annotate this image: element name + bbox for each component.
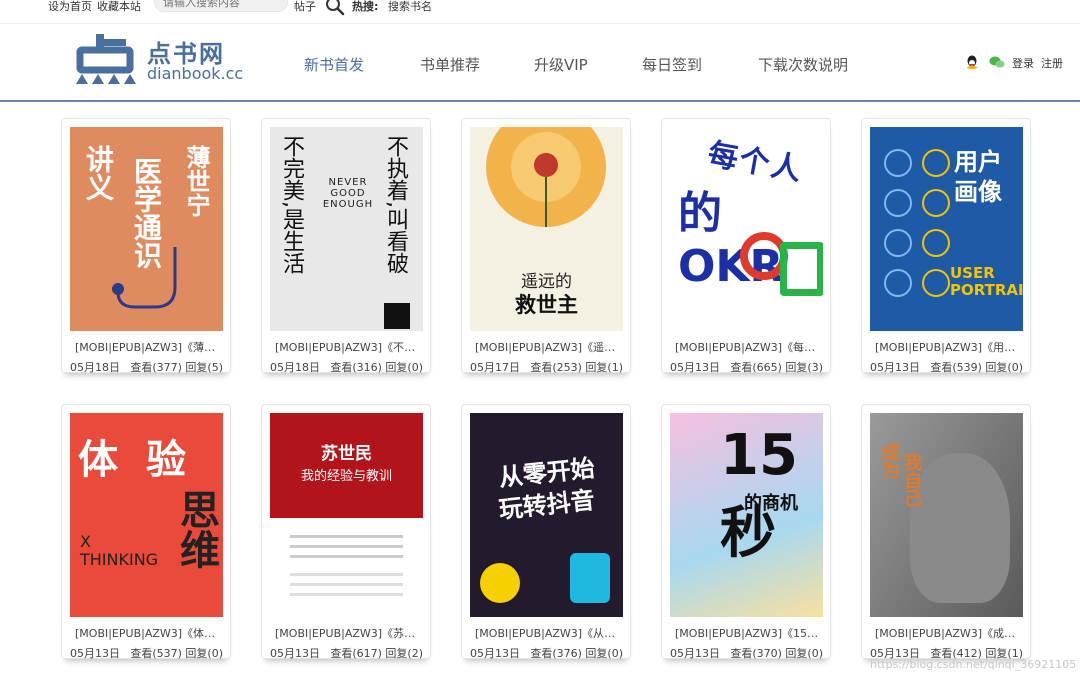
logo-mark-icon bbox=[76, 34, 136, 84]
nav-new-books[interactable]: 新书首发 bbox=[304, 54, 364, 75]
book-title[interactable]: [MOBI|EPUB|AZW3]《从零开... bbox=[475, 625, 623, 641]
book-date: 05月13日 bbox=[70, 647, 120, 660]
book-title[interactable]: [MOBI|EPUB|AZW3]《遥远的... bbox=[475, 339, 623, 355]
book-date: 05月13日 bbox=[670, 361, 720, 374]
book-cover[interactable]: 体验 思维 X THINKING bbox=[70, 413, 223, 617]
book-stats: 查看(539) 回复(0) bbox=[930, 361, 1023, 374]
book-cover[interactable]: 每个人 的OKR bbox=[670, 127, 823, 331]
book-card[interactable]: 苏世民 我的经验与教训 [MOBI|EPUB|AZW3]《苏世民... 05月1… bbox=[261, 404, 431, 660]
watermark: https://blog.csdn.net/qinqi_36921105 bbox=[870, 658, 1077, 671]
book-cover[interactable]: 从零开始 玩转抖音 bbox=[470, 413, 623, 617]
book-title[interactable]: [MOBI|EPUB|AZW3]《薄世宁... bbox=[75, 339, 223, 355]
hot-search-term[interactable]: 搜索书名 bbox=[388, 0, 432, 13]
book-cover[interactable]: 成为 我自己 bbox=[870, 413, 1023, 617]
search-scope-select[interactable]: 帖子 bbox=[294, 0, 316, 13]
book-date: 05月13日 bbox=[670, 647, 720, 660]
book-title[interactable]: [MOBI|EPUB|AZW3]《用户画... bbox=[875, 339, 1023, 355]
book-title[interactable]: [MOBI|EPUB|AZW3]《15秒的... bbox=[675, 625, 823, 641]
book-stats: 查看(370) 回复(0) bbox=[730, 647, 823, 660]
book-stats: 查看(617) 回复(2) bbox=[330, 647, 423, 660]
book-card[interactable]: 薄世宁 医学通识 讲义 [MOBI|EPUB|AZW3]《薄世宁... 05月1… bbox=[61, 118, 231, 374]
set-home-link[interactable]: 设为首页 bbox=[48, 0, 92, 13]
book-card[interactable]: 用户画像 USER PORTRAIT [MOBI|EPUB|AZW3]《用户画.… bbox=[861, 118, 1031, 374]
book-title[interactable]: [MOBI|EPUB|AZW3]《每个人... bbox=[675, 339, 823, 355]
nav-download-info[interactable]: 下载次数说明 bbox=[758, 54, 848, 75]
book-title[interactable]: [MOBI|EPUB|AZW3]《苏世民... bbox=[275, 625, 423, 641]
book-cover[interactable]: 15秒 的商机 bbox=[670, 413, 823, 617]
bookmark-link[interactable]: 收藏本站 bbox=[97, 0, 141, 13]
book-card[interactable]: 成为 我自己 [MOBI|EPUB|AZW3]《成为我... 05月13日 查看… bbox=[861, 404, 1031, 660]
book-date: 05月13日 bbox=[470, 647, 520, 660]
logo-text-en: dianbook.cc bbox=[147, 64, 244, 83]
book-date: 05月18日 bbox=[270, 361, 320, 374]
book-title[interactable]: [MOBI|EPUB|AZW3]《体验思... bbox=[75, 625, 223, 641]
book-date: 05月13日 bbox=[270, 647, 320, 660]
top-bar: 设为首页 收藏本站 帖子 热搜: 搜索书名 bbox=[0, 0, 1080, 20]
book-stats: 查看(253) 回复(1) bbox=[530, 361, 623, 374]
site-logo[interactable]: 点书网 dianbook.cc bbox=[72, 32, 244, 88]
hot-search-label: 热搜: bbox=[352, 0, 379, 13]
qr-code-icon bbox=[384, 303, 410, 329]
book-date: 05月18日 bbox=[70, 361, 120, 374]
qq-icon[interactable] bbox=[965, 55, 979, 69]
search-input[interactable] bbox=[154, 0, 288, 12]
book-cover[interactable]: 不执着,叫看破 不完美,是生活 NEVER GOOD ENOUGH bbox=[270, 127, 423, 331]
book-cover[interactable]: 薄世宁 医学通识 讲义 bbox=[70, 127, 223, 331]
search-icon[interactable] bbox=[325, 0, 345, 16]
book-card[interactable]: 从零开始 玩转抖音 [MOBI|EPUB|AZW3]《从零开... 05月13日… bbox=[461, 404, 631, 660]
book-card[interactable]: 遥远的 救世主 [MOBI|EPUB|AZW3]《遥远的... 05月17日 查… bbox=[461, 118, 631, 374]
register-link[interactable]: 注册 bbox=[1041, 55, 1063, 71]
book-title[interactable]: [MOBI|EPUB|AZW3]《成为我... bbox=[875, 625, 1023, 641]
book-date: 05月17日 bbox=[470, 361, 520, 374]
book-card[interactable]: 15秒 的商机 [MOBI|EPUB|AZW3]《15秒的... 05月13日 … bbox=[661, 404, 831, 660]
book-card[interactable]: 每个人 的OKR [MOBI|EPUB|AZW3]《每个人... 05月13日 … bbox=[661, 118, 831, 374]
book-stats: 查看(537) 回复(0) bbox=[130, 647, 223, 660]
book-stats: 查看(376) 回复(0) bbox=[530, 647, 623, 660]
book-stats: 查看(665) 回复(3) bbox=[730, 361, 823, 374]
book-cover[interactable]: 苏世民 我的经验与教训 bbox=[270, 413, 423, 617]
book-stats: 查看(377) 回复(5) bbox=[130, 361, 223, 374]
header-divider bbox=[0, 100, 1080, 102]
book-stats: 查看(316) 回复(0) bbox=[330, 361, 423, 374]
wechat-icon[interactable] bbox=[989, 55, 1005, 69]
book-title[interactable]: [MOBI|EPUB|AZW3]《不执着... bbox=[275, 339, 423, 355]
book-cover[interactable]: 遥远的 救世主 bbox=[470, 127, 623, 331]
nav-daily-checkin[interactable]: 每日签到 bbox=[642, 54, 702, 75]
nav-book-lists[interactable]: 书单推荐 bbox=[420, 54, 480, 75]
book-date: 05月13日 bbox=[870, 361, 920, 374]
book-card[interactable]: 不执着,叫看破 不完美,是生活 NEVER GOOD ENOUGH [MOBI|… bbox=[261, 118, 431, 374]
login-link[interactable]: 登录 bbox=[1012, 55, 1034, 71]
topbar-divider bbox=[0, 23, 1080, 24]
nav-upgrade-vip[interactable]: 升级VIP bbox=[534, 54, 588, 75]
book-cover[interactable]: 用户画像 USER PORTRAIT bbox=[870, 127, 1023, 331]
book-card[interactable]: 体验 思维 X THINKING [MOBI|EPUB|AZW3]《体验思...… bbox=[61, 404, 231, 660]
